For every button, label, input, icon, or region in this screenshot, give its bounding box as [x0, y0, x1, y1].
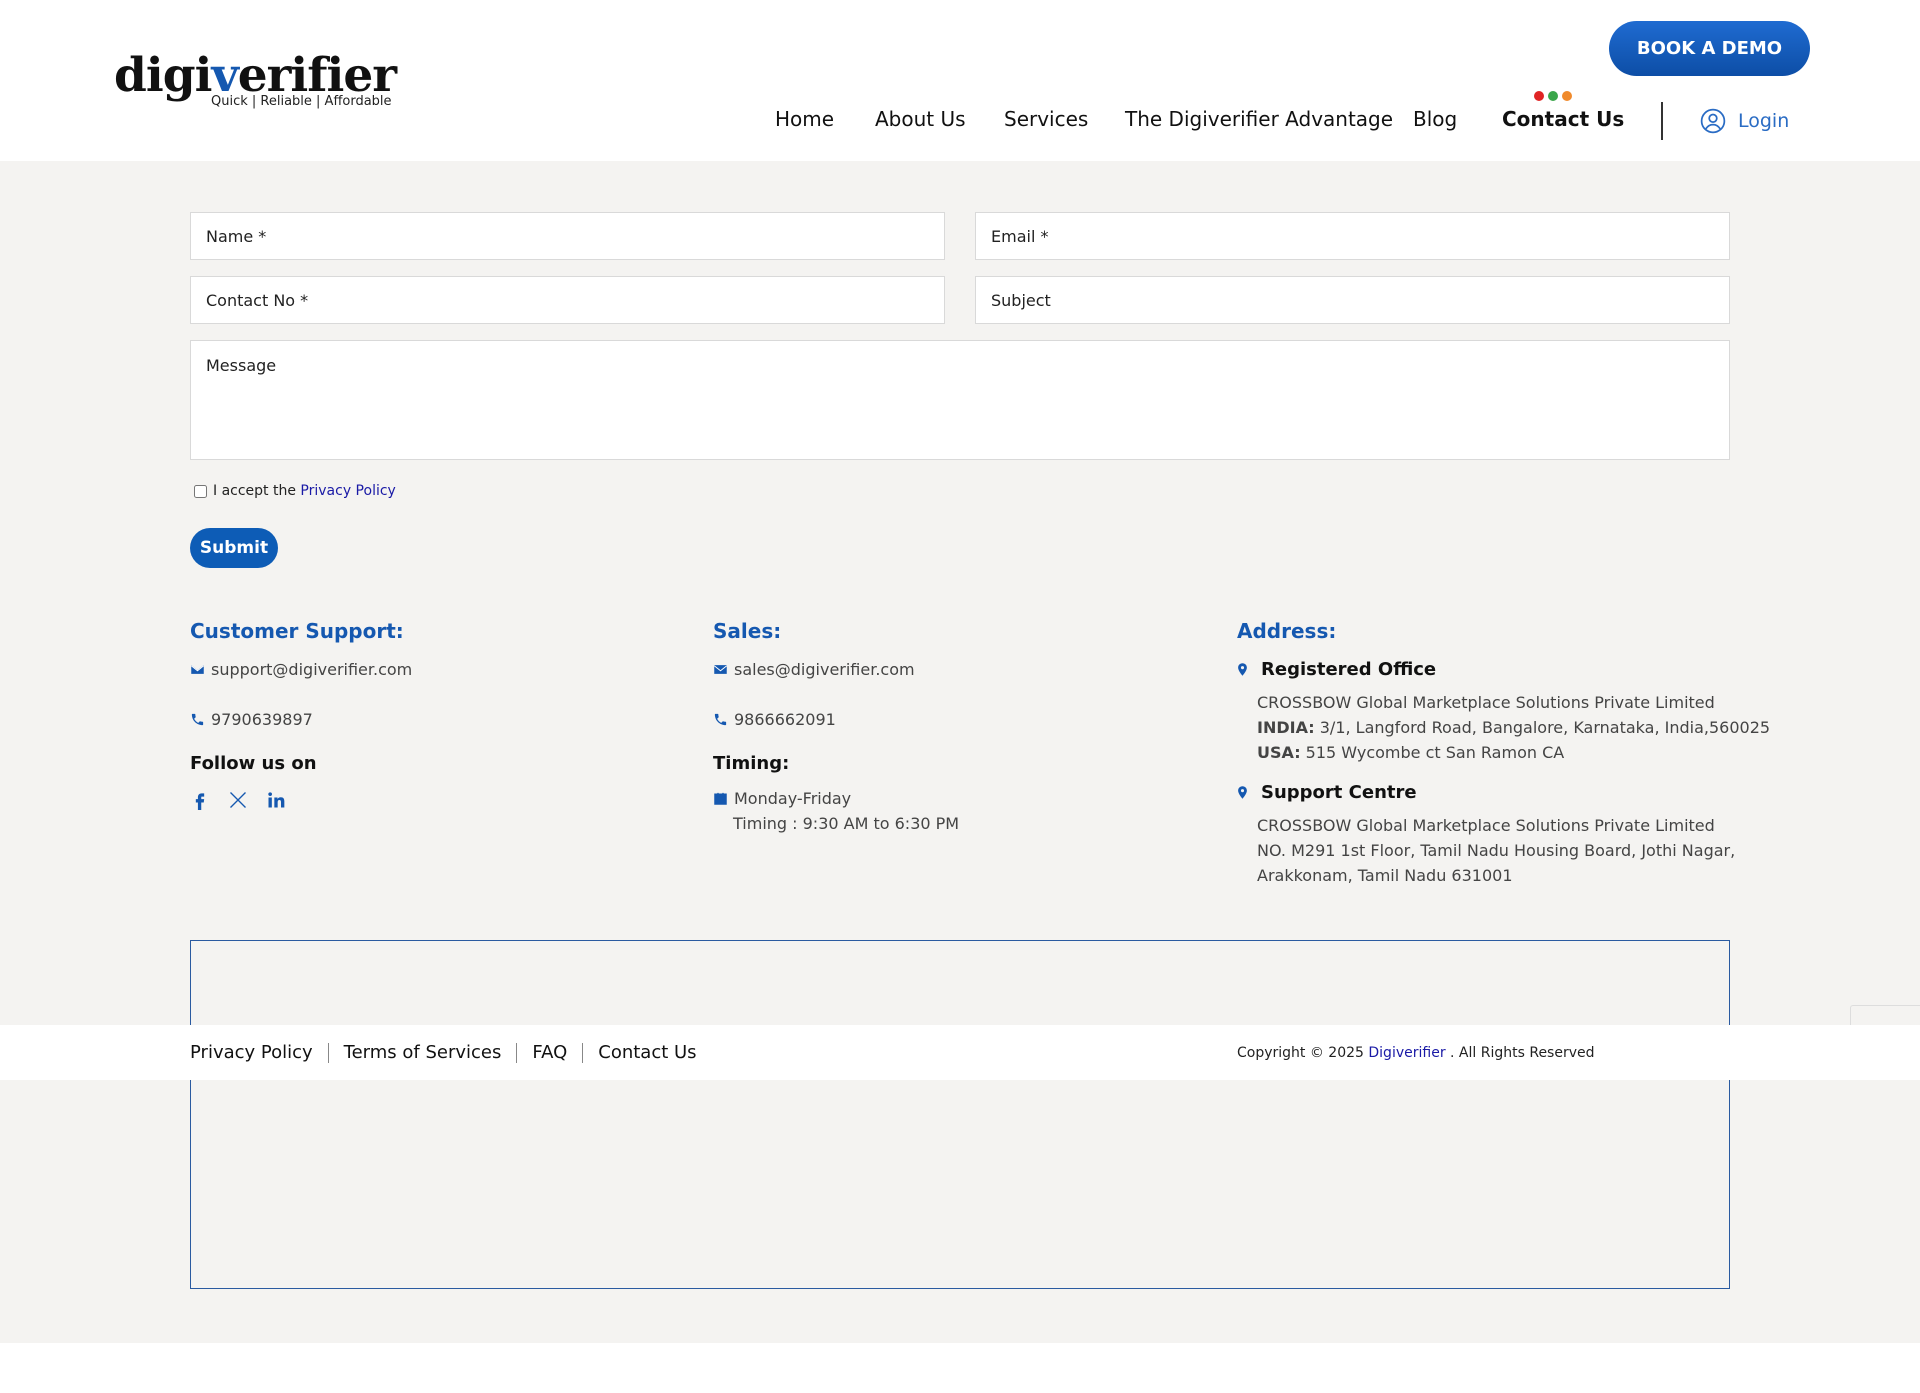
contact-field-wrapper: [190, 276, 945, 324]
indicator-dot-red: [1534, 91, 1544, 101]
x-twitter-link[interactable]: [228, 790, 248, 814]
active-indicator-dots: [1534, 91, 1572, 101]
footer-bar: Privacy Policy Terms of Services FAQ Con…: [0, 1025, 1920, 1080]
privacy-policy-link[interactable]: Privacy Policy: [300, 483, 395, 499]
support-phone-link[interactable]: 9790639897: [211, 710, 313, 729]
login-link[interactable]: Login: [1700, 108, 1789, 134]
subject-input[interactable]: [976, 277, 1729, 323]
submit-button[interactable]: Submit: [190, 528, 278, 568]
footer-link-contact-us[interactable]: Contact Us: [582, 1043, 711, 1063]
envelope-icon: [713, 665, 728, 674]
support-centre-address-line1: NO. M291 1st Floor, Tamil Nadu Housing B…: [1257, 841, 1736, 860]
support-centre-address-line2: Arakkonam, Tamil Nadu 631001: [1257, 866, 1513, 885]
registered-office-heading: Registered Office: [1235, 659, 1436, 680]
privacy-consent-checkbox[interactable]: [194, 484, 207, 498]
support-centre-title: Support Centre: [1261, 782, 1417, 803]
name-field-wrapper: [190, 212, 945, 260]
nav-item-home[interactable]: Home: [775, 107, 834, 131]
linkedin-icon: [268, 792, 285, 808]
name-input[interactable]: [191, 213, 944, 259]
support-centre-company: CROSSBOW Global Marketplace Solutions Pr…: [1257, 816, 1715, 835]
map-pin-icon: [1238, 663, 1247, 676]
support-email-row: support@digiverifier.com: [190, 660, 412, 679]
nav-item-about-us[interactable]: About Us: [875, 107, 966, 131]
logo-tagline: Quick | Reliable | Affordable: [211, 94, 392, 109]
registered-india-address: INDIA: 3/1, Langford Road, Bangalore, Ka…: [1257, 718, 1771, 737]
subject-field-wrapper: [975, 276, 1730, 324]
footer-link-privacy-policy[interactable]: Privacy Policy: [190, 1043, 328, 1063]
indicator-dot-orange: [1562, 91, 1572, 101]
digiverifier-logo[interactable]: digiverifier Quick | Reliable | Affordab…: [114, 50, 397, 112]
privacy-consent: I accept the Privacy Policy: [194, 483, 396, 499]
indicator-dot-green: [1548, 91, 1558, 101]
address-title: Address:: [1237, 619, 1337, 643]
nav-item-contact-us[interactable]: Contact Us: [1502, 107, 1624, 131]
sales-email-link[interactable]: sales@digiverifier.com: [734, 660, 915, 679]
follow-us-title: Follow us on: [190, 753, 317, 774]
customer-support-title: Customer Support:: [190, 619, 404, 643]
x-twitter-icon: [230, 792, 246, 808]
site-header: digiverifier Quick | Reliable | Affordab…: [0, 0, 1920, 161]
timing-title: Timing:: [713, 753, 790, 774]
envelope-icon: [190, 665, 205, 674]
phone-icon: [714, 713, 727, 726]
user-circle-icon: [1700, 108, 1726, 134]
message-textarea[interactable]: [191, 341, 1729, 459]
sales-phone-link[interactable]: 9866662091: [734, 710, 836, 729]
sales-title: Sales:: [713, 619, 782, 643]
map-embed-frame[interactable]: [190, 940, 1730, 1289]
support-centre-heading: Support Centre: [1235, 782, 1417, 803]
bottom-strip: [0, 1343, 1920, 1393]
timing-days-row: Monday-Friday: [713, 789, 851, 808]
email-field-wrapper: [975, 212, 1730, 260]
timing-days: Monday-Friday: [734, 789, 852, 808]
login-label: Login: [1738, 110, 1790, 132]
footer-links: Privacy Policy Terms of Services FAQ Con…: [190, 1043, 712, 1063]
support-phone-row: 9790639897: [190, 710, 313, 729]
footer-link-faq[interactable]: FAQ: [516, 1043, 582, 1063]
nav-divider: [1661, 102, 1663, 140]
book-demo-button[interactable]: BOOK A DEMO: [1609, 21, 1810, 76]
map-pin-icon: [1238, 786, 1247, 799]
registered-office-title: Registered Office: [1261, 659, 1437, 680]
registered-usa-address: USA: 515 Wycombe ct San Ramon CA: [1257, 743, 1565, 762]
phone-icon: [191, 713, 204, 726]
social-links: [190, 790, 286, 814]
nav-item-services[interactable]: Services: [1004, 107, 1088, 131]
recaptcha-badge[interactable]: [1850, 1005, 1920, 1025]
copyright-brand-link[interactable]: Digiverifier: [1368, 1045, 1445, 1061]
nav-item-blog[interactable]: Blog: [1413, 107, 1457, 131]
support-email-link[interactable]: support@digiverifier.com: [211, 660, 412, 679]
facebook-link[interactable]: [190, 790, 210, 814]
linkedin-link[interactable]: [266, 790, 286, 814]
calendar-icon: [714, 792, 727, 805]
facebook-icon: [195, 793, 205, 810]
contact-number-input[interactable]: [191, 277, 944, 323]
consent-text: I accept the Privacy Policy: [213, 483, 396, 499]
message-field-wrapper: [190, 340, 1730, 460]
footer-link-terms-of-services[interactable]: Terms of Services: [327, 1043, 517, 1063]
sales-phone-row: 9866662091: [713, 710, 836, 729]
nav-item-digiverifier-advantage[interactable]: The Digiverifier Advantage: [1125, 107, 1393, 131]
email-input[interactable]: [976, 213, 1729, 259]
sales-email-row: sales@digiverifier.com: [713, 660, 915, 679]
registered-company: CROSSBOW Global Marketplace Solutions Pr…: [1257, 693, 1715, 712]
timing-hours: Timing : 9:30 AM to 6:30 PM: [733, 814, 960, 833]
copyright-text: Copyright © 2025 Digiverifier . All Righ…: [1237, 1045, 1595, 1061]
